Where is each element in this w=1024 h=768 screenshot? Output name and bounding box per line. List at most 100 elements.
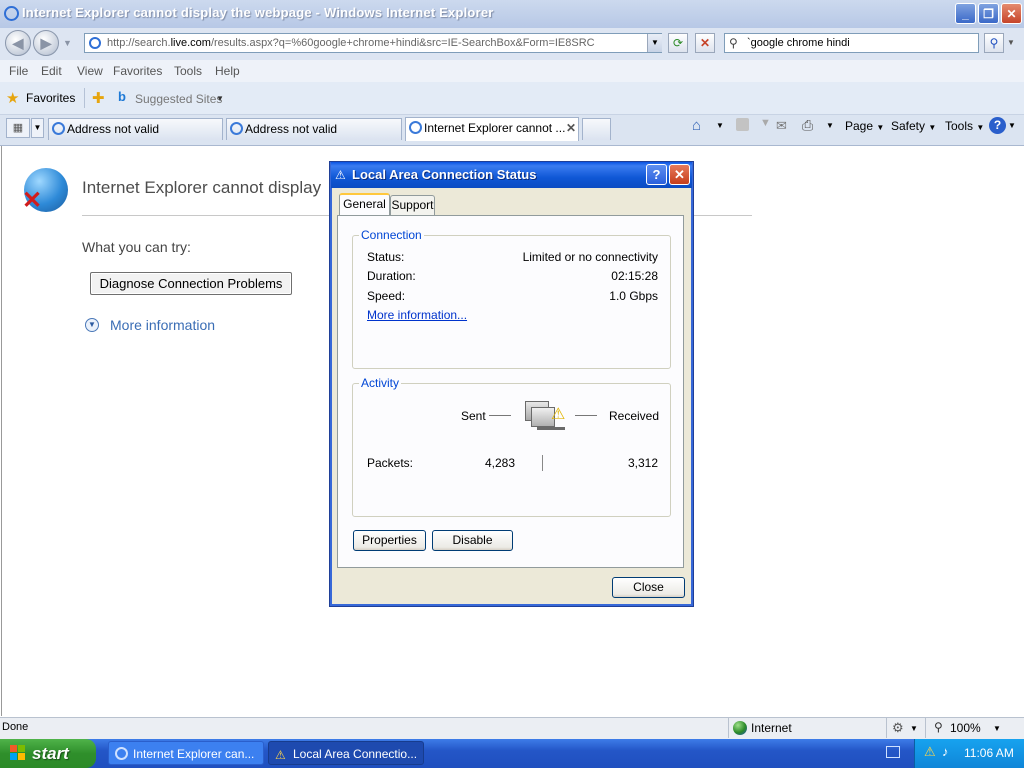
network-warning-icon[interactable]: ⚠ [924, 744, 936, 760]
page-menu[interactable]: Page ▼ [845, 119, 884, 133]
forward-button[interactable]: ▶ [33, 30, 59, 56]
menu-tools[interactable]: Tools [174, 64, 202, 78]
print-chevron-icon[interactable]: ▼ [826, 121, 834, 130]
dialog-close-x-button[interactable]: ✕ [669, 164, 690, 185]
tab-support[interactable]: Support [390, 195, 435, 215]
read-mail-icon[interactable]: ✉ [776, 118, 787, 134]
search-options-chevron-icon[interactable]: ▼ [1007, 38, 1015, 47]
address-url[interactable]: http://search.live.com/results.aspx?q=%6… [107, 37, 595, 49]
tab-list-chevron-icon[interactable]: ▼ [31, 118, 44, 138]
search-engine-icon: ⚲ [729, 36, 738, 50]
back-button[interactable]: ◀ [5, 30, 31, 56]
tab-address-not-valid-2[interactable]: Address not valid [226, 118, 402, 140]
packets-sent-value: 4,283 [484, 456, 515, 470]
diagnose-connection-button[interactable]: Diagnose Connection Problems [90, 272, 292, 295]
safety-menu[interactable]: Safety ▼ [891, 119, 936, 133]
network-activity-icon: ⚠ [521, 397, 573, 443]
activity-group [352, 383, 671, 517]
menu-favorites[interactable]: Favorites [113, 64, 162, 78]
taskbar-item-lan-status[interactable]: ⚠ Local Area Connectio... [268, 741, 424, 765]
tab-label: Address not valid [67, 122, 160, 136]
zoom-level[interactable]: 100% [950, 721, 981, 735]
address-dropdown-icon[interactable]: ▼ [647, 34, 662, 52]
favorites-button[interactable]: Favorites [26, 91, 75, 105]
properties-button[interactable]: Properties [353, 530, 426, 551]
taskbar-item-label: Internet Explorer can... [133, 747, 255, 761]
tab-ie-icon [230, 122, 243, 135]
feeds-chevron-icon[interactable]: ▼ [760, 117, 771, 129]
more-information-link[interactable]: More information [110, 317, 215, 333]
protected-mode-icon[interactable]: ⚙ [892, 720, 904, 736]
disable-button[interactable]: Disable [432, 530, 513, 551]
received-line [575, 415, 597, 416]
tools-menu[interactable]: Tools ▼ [945, 119, 984, 133]
menu-help[interactable]: Help [215, 64, 240, 78]
connection-group-label: Connection [359, 228, 424, 242]
feeds-icon[interactable] [736, 118, 749, 131]
zoom-chevron-icon[interactable]: ▼ [993, 724, 1001, 733]
tab-address-not-valid-1[interactable]: Address not valid [48, 118, 223, 140]
sent-line [489, 415, 511, 416]
internet-zone-icon [733, 721, 747, 735]
bing-icon: b [118, 89, 126, 104]
help-chevron-icon[interactable]: ▼ [1008, 121, 1016, 130]
help-icon[interactable]: ? [989, 117, 1006, 134]
what-you-can-try-label: What you can try: [82, 239, 191, 255]
menu-view[interactable]: View [77, 64, 103, 78]
sent-label: Sent [461, 409, 486, 423]
duration-label: Duration: [367, 269, 416, 283]
suggested-sites-chevron-icon[interactable]: ▼ [216, 94, 224, 103]
error-title: Internet Explorer cannot display [82, 178, 322, 197]
packets-received-value: 3,312 [627, 456, 658, 470]
new-tab-button[interactable] [582, 118, 611, 140]
divider [925, 718, 926, 738]
recent-pages-chevron-icon[interactable]: ▼ [63, 38, 72, 48]
add-to-favorites-icon[interactable]: ✚ [92, 89, 105, 107]
volume-icon[interactable]: ♪ [942, 744, 949, 759]
minimize-button[interactable]: _ [955, 3, 976, 24]
suggested-sites-link[interactable]: Suggested Sites [135, 92, 222, 106]
menu-edit[interactable]: Edit [41, 64, 62, 78]
tab-close-icon[interactable]: ✕ [566, 118, 576, 138]
search-input-value[interactable]: `google chrome hindi [747, 37, 850, 49]
search-button[interactable]: ⚲ [984, 33, 1004, 53]
more-information-dialog-link[interactable]: More information... [367, 308, 467, 322]
keyboard-icon[interactable] [886, 746, 900, 758]
divider [886, 718, 887, 738]
dialog-help-button[interactable]: ? [646, 164, 667, 185]
refresh-icon[interactable]: ⟳ [668, 33, 688, 53]
security-zone-label: Internet [751, 721, 792, 735]
quick-tabs-icon[interactable]: ▦ [6, 118, 30, 138]
tab-general[interactable]: General [339, 193, 390, 215]
network-title-icon: ⚠ [335, 168, 346, 182]
status-label: Status: [367, 250, 405, 264]
expand-chevron-icon[interactable]: ▼ [85, 318, 99, 332]
tab-ie-cannot-display[interactable]: Internet Explorer cannot ... ✕ [405, 117, 579, 141]
taskbar-item-label: Local Area Connectio... [293, 747, 418, 761]
divider [542, 455, 543, 471]
error-x-icon: ✕ [22, 187, 43, 214]
received-label: Received [609, 409, 660, 423]
close-button[interactable]: Close [612, 577, 685, 598]
address-bar[interactable]: http://search.live.com/results.aspx?q=%6… [84, 33, 662, 53]
tab-ie-icon [52, 122, 65, 135]
window-close-button[interactable]: ✕ [1001, 3, 1022, 24]
home-icon[interactable]: ⌂ [692, 117, 701, 134]
packets-label: Packets: [367, 456, 414, 470]
protected-mode-chevron-icon[interactable]: ▼ [910, 724, 918, 733]
print-icon[interactable]: ⎙ [802, 117, 813, 134]
menu-file[interactable]: File [9, 64, 28, 78]
ie-logo-icon [4, 6, 19, 21]
search-input[interactable]: ⚲ `google chrome hindi [724, 33, 979, 53]
ie-icon [115, 747, 128, 760]
divider [728, 718, 729, 738]
home-chevron-icon[interactable]: ▼ [716, 121, 724, 130]
tab-label: Internet Explorer cannot ... [424, 121, 566, 135]
stop-icon[interactable]: ✕ [695, 33, 715, 53]
restore-button[interactable]: ❐ [978, 3, 999, 24]
taskbar-item-ie[interactable]: Internet Explorer can... [108, 741, 264, 765]
network-icon: ⚠ [275, 748, 286, 762]
speed-value: 1.0 Gbps [609, 289, 658, 303]
zoom-icon[interactable]: ⚲ [934, 720, 943, 734]
windows-logo-icon [10, 745, 26, 761]
